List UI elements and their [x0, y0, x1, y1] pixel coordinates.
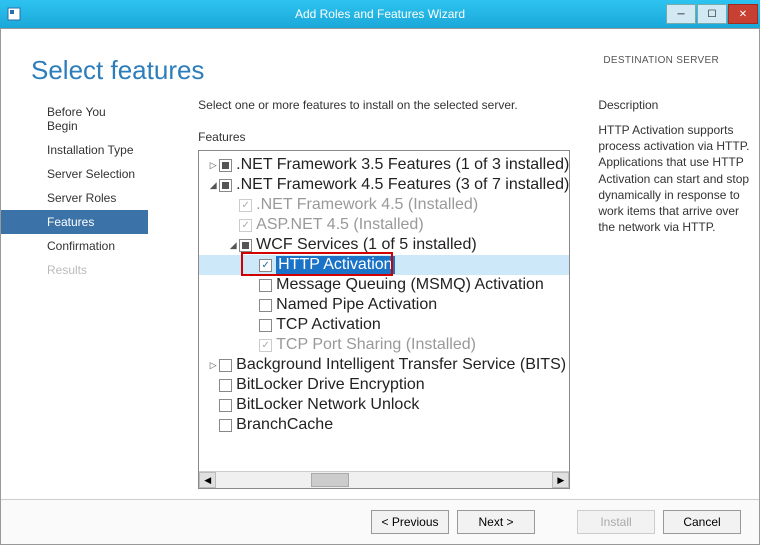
tree-label[interactable]: .NET Framework 4.5 (Installed): [256, 196, 478, 214]
tree-row[interactable]: Named Pipe Activation: [199, 295, 569, 315]
description-heading: Description: [598, 98, 751, 112]
tree-row[interactable]: BitLocker Network Unlock: [199, 395, 569, 415]
tree-row[interactable]: Message Queuing (MSMQ) Activation: [199, 275, 569, 295]
description-body: HTTP Activation supports process activat…: [598, 122, 751, 235]
tree-label[interactable]: .NET Framework 3.5 Features (1 of 3 inst…: [236, 156, 569, 174]
instruction-text: Select one or more features to install o…: [198, 98, 570, 112]
tree-row[interactable]: ◢ WCF Services (1 of 5 installed): [199, 235, 569, 255]
feature-checkbox[interactable]: [239, 239, 252, 252]
cancel-button[interactable]: Cancel: [663, 510, 741, 534]
tree-row[interactable]: HTTP Activation: [199, 255, 569, 275]
tree-label[interactable]: Message Queuing (MSMQ) Activation: [276, 276, 544, 294]
sidebar-item-server-selection[interactable]: Server Selection: [1, 162, 148, 186]
tree-label[interactable]: TCP Activation: [276, 316, 381, 334]
sidebar-item-features[interactable]: Features: [1, 210, 148, 234]
feature-checkbox[interactable]: [259, 279, 272, 292]
tree-row[interactable]: BitLocker Drive Encryption: [199, 375, 569, 395]
feature-checkbox[interactable]: [219, 159, 232, 172]
page-title: Select features: [31, 55, 204, 86]
tree-label[interactable]: HTTP Activation: [276, 256, 394, 274]
maximize-button[interactable]: ☐: [697, 4, 727, 24]
app-icon: [6, 6, 22, 22]
install-button: Install: [577, 510, 655, 534]
feature-checkbox[interactable]: [259, 299, 272, 312]
next-button[interactable]: Next >: [457, 510, 535, 534]
tree-row[interactable]: ASP.NET 4.5 (Installed): [199, 215, 569, 235]
tree-label[interactable]: ASP.NET 4.5 (Installed): [256, 216, 424, 234]
expand-icon[interactable]: ▷: [207, 360, 219, 371]
tree-row[interactable]: TCP Activation: [199, 315, 569, 335]
destination-server-label: DESTINATION SERVER: [603, 55, 719, 66]
tree-row[interactable]: TCP Port Sharing (Installed): [199, 335, 569, 355]
horizontal-scrollbar[interactable]: ◀ ▶: [199, 471, 569, 488]
tree-row[interactable]: ◢ .NET Framework 4.5 Features (3 of 7 ins…: [199, 175, 569, 195]
feature-checkbox[interactable]: [219, 179, 232, 192]
collapse-icon[interactable]: ◢: [227, 240, 239, 251]
scroll-thumb[interactable]: [311, 473, 349, 487]
tree-label[interactable]: WCF Services (1 of 5 installed): [256, 236, 477, 254]
feature-checkbox: [239, 199, 252, 212]
scroll-left-arrow[interactable]: ◀: [199, 472, 216, 488]
tree-row[interactable]: BranchCache: [199, 415, 569, 435]
expand-icon[interactable]: ▷: [207, 160, 219, 171]
tree-label[interactable]: TCP Port Sharing (Installed): [276, 336, 476, 354]
wizard-sidebar: Before You Begin Installation Type Serve…: [1, 98, 148, 489]
tree-row[interactable]: ▷ Background Intelligent Transfer Service…: [199, 355, 569, 375]
tree-row[interactable]: .NET Framework 4.5 (Installed): [199, 195, 569, 215]
tree-label[interactable]: BranchCache: [236, 416, 333, 434]
wizard-footer: < Previous Next > Install Cancel: [1, 499, 759, 544]
feature-checkbox[interactable]: [259, 319, 272, 332]
features-label: Features: [198, 130, 570, 144]
sidebar-item-before-you-begin[interactable]: Before You Begin: [1, 100, 148, 138]
sidebar-item-confirmation[interactable]: Confirmation: [1, 234, 148, 258]
tree-label[interactable]: Background Intelligent Transfer Service …: [236, 356, 566, 374]
titlebar[interactable]: Add Roles and Features Wizard ─ ☐ ✕: [0, 0, 760, 28]
minimize-button[interactable]: ─: [666, 4, 696, 24]
collapse-icon[interactable]: ◢: [207, 180, 219, 191]
sidebar-item-installation-type[interactable]: Installation Type: [1, 138, 148, 162]
feature-checkbox[interactable]: [219, 419, 232, 432]
close-button[interactable]: ✕: [728, 4, 758, 24]
feature-checkbox[interactable]: [259, 259, 272, 272]
tree-label[interactable]: Named Pipe Activation: [276, 296, 437, 314]
tree-label[interactable]: BitLocker Network Unlock: [236, 396, 419, 414]
sidebar-item-server-roles[interactable]: Server Roles: [1, 186, 148, 210]
feature-checkbox[interactable]: [219, 359, 232, 372]
window-title: Add Roles and Features Wizard: [295, 7, 465, 21]
scroll-right-arrow[interactable]: ▶: [552, 472, 569, 488]
previous-button[interactable]: < Previous: [371, 510, 449, 534]
feature-checkbox[interactable]: [219, 379, 232, 392]
sidebar-item-results: Results: [1, 258, 148, 282]
tree-row[interactable]: ▷ .NET Framework 3.5 Features (1 of 3 ins…: [199, 155, 569, 175]
feature-checkbox: [259, 339, 272, 352]
tree-label[interactable]: BitLocker Drive Encryption: [236, 376, 425, 394]
feature-checkbox: [239, 219, 252, 232]
tree-label[interactable]: .NET Framework 4.5 Features (3 of 7 inst…: [236, 176, 569, 194]
features-tree[interactable]: ▷ .NET Framework 3.5 Features (1 of 3 ins…: [198, 150, 570, 489]
feature-checkbox[interactable]: [219, 399, 232, 412]
